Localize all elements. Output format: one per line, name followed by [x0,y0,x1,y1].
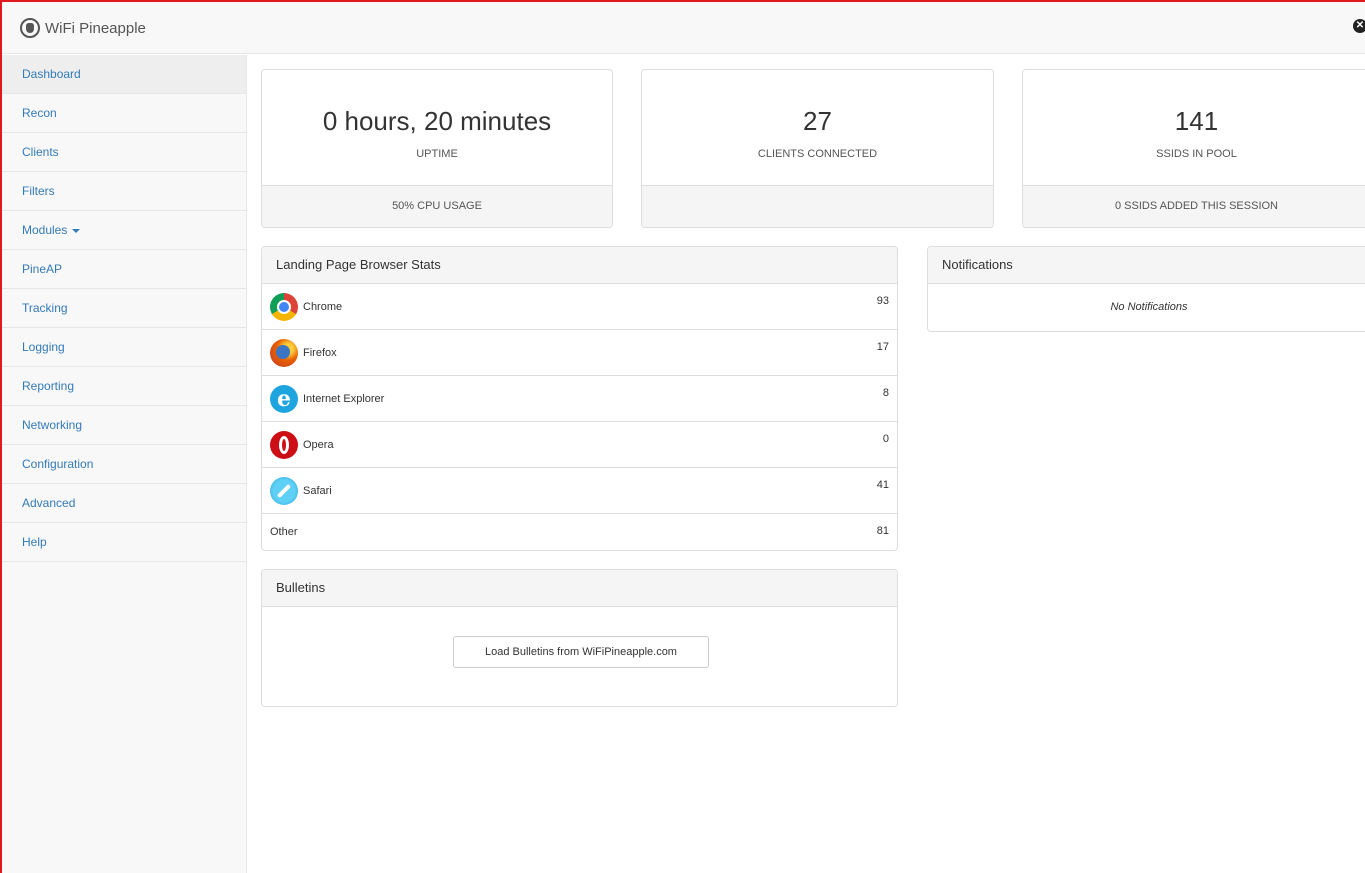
browser-name: Chrome [303,300,343,313]
browser-count: 41 [876,479,889,491]
browser-count: 8 [882,387,889,399]
browser-name: Other [270,526,298,538]
bulletins-title: Bulletins [262,570,897,607]
sidebar-item-logging[interactable]: Logging [2,328,246,367]
browser-count: 17 [876,341,889,353]
sidebar-item-help[interactable]: Help [2,523,246,562]
sidebar-item-configuration[interactable]: Configuration [2,445,246,484]
browser-name: Opera [303,438,334,451]
sidebar-item-tracking[interactable]: Tracking [2,289,246,328]
bulletins-panel: Bulletins Load Bulletins from WiFiPineap… [261,569,898,707]
sidebar-item-label: Advanced [22,496,76,510]
sidebar-item-pineap[interactable]: PineAP [2,250,246,289]
firefox-icon [270,338,298,367]
sidebar-item-reporting[interactable]: Reporting [2,367,246,406]
notifications-panel: Notifications No Notifications [927,246,1365,332]
clients-footer [642,185,993,227]
browser-name: Internet Explorer [303,392,385,405]
sidebar-item-label: Networking [22,418,83,432]
opera-icon [270,430,298,459]
browser-stats-title: Landing Page Browser Stats [262,247,897,284]
ssids-panel: 141 SSIDS IN POOL 0 SSIDS ADDED THIS SES… [1022,69,1365,228]
pineapple-logo-icon [20,18,40,38]
ssids-label: SSIDS IN POOL [1156,148,1237,160]
sidebar-item-label: Tracking [22,301,68,315]
table-row: Other 81 [262,514,897,550]
sidebar-item-filters[interactable]: Filters [2,172,246,211]
table-row: Firefox 17 [262,330,897,376]
sidebar-item-label: Configuration [22,457,94,471]
sidebar-item-networking[interactable]: Networking [2,406,246,445]
sidebar-item-label: Recon [22,106,57,120]
internet-explorer-icon: e [270,384,298,413]
browser-count: 81 [876,525,889,537]
sidebar-item-dashboard[interactable]: Dashboard [2,55,246,94]
sidebar-item-clients[interactable]: Clients [2,133,246,172]
sidebar-item-advanced[interactable]: Advanced [2,484,246,523]
clients-panel: 27 CLIENTS CONNECTED [641,69,994,228]
uptime-panel: 0 hours, 20 minutes UPTIME 50% CPU USAGE [261,69,613,228]
sidebar-item-label: Help [22,535,47,549]
cpu-usage: 50% CPU USAGE [262,185,612,227]
table-row: Safari 41 [262,468,897,514]
clients-label: CLIENTS CONNECTED [757,148,878,160]
sidebar-item-label: Filters [22,184,55,198]
sidebar-item-label: Reporting [22,379,75,393]
clients-count: 27 [803,106,832,136]
sidebar-item-label: Modules [22,223,68,237]
browser-name: Firefox [303,346,337,359]
sidebar-item-label: Logging [22,340,65,354]
chrome-icon [270,292,298,321]
table-row: Opera 0 [262,422,897,468]
table-row: e Internet Explorer 8 [262,376,897,422]
load-bulletins-button[interactable]: Load Bulletins from WiFiPineapple.com [453,636,709,668]
sidebar: Dashboard Recon Clients Filters Modules … [2,55,247,873]
brand[interactable]: WiFi Pineapple [20,17,146,39]
uptime-label: UPTIME [416,148,458,160]
ssids-count: 141 [1174,106,1219,136]
ssids-footer: 0 SSIDS ADDED THIS SESSION [1023,185,1365,227]
sidebar-item-label: PineAP [22,262,63,276]
caret-down-icon [72,228,81,233]
close-icon[interactable]: ✕ [1353,19,1365,33]
browser-stats-panel: Landing Page Browser Stats Chrome 93 Fir… [261,246,898,551]
browser-count: 93 [876,295,889,307]
app-title: WiFi Pineapple [45,19,146,37]
browser-count: 0 [882,433,889,445]
table-row: Chrome 93 [262,284,897,330]
safari-icon [270,476,298,505]
browser-name: Safari [303,484,332,497]
sidebar-item-modules[interactable]: Modules [2,211,246,250]
sidebar-item-label: Dashboard [22,67,81,81]
sidebar-item-label: Clients [22,145,59,159]
uptime-value: 0 hours, 20 minutes [322,106,552,136]
notifications-title: Notifications [928,247,1365,284]
top-navbar: WiFi Pineapple ✕ [2,2,1365,54]
notifications-empty: No Notifications [1110,301,1188,313]
sidebar-item-recon[interactable]: Recon [2,94,246,133]
